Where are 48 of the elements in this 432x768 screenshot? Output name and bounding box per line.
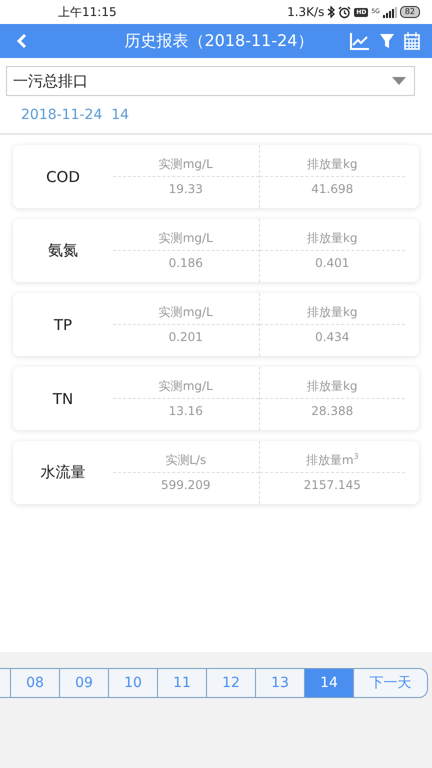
hour-tab[interactable]: 13 — [256, 668, 305, 698]
next-day-button[interactable]: 下一天 — [354, 668, 428, 698]
column-label: 排放量kg — [306, 304, 358, 321]
column-label: 实测mg/L — [158, 304, 213, 321]
emission-value: 41.698 — [311, 182, 354, 196]
battery-level: 82 — [400, 6, 420, 18]
column-label: 排放量m$^{3}$ — [306, 452, 359, 469]
hour-tab[interactable]: 14 — [305, 668, 354, 698]
filter-icon[interactable] — [380, 33, 394, 49]
hour-tab[interactable]: 12 — [207, 668, 256, 698]
emission-value: 0.401 — [315, 256, 350, 270]
signal-icon — [382, 6, 397, 18]
alarm-clock-icon — [338, 6, 352, 18]
hour-tab[interactable]: 09 — [60, 668, 109, 698]
calendar-icon[interactable] — [404, 32, 420, 50]
hour-tab[interactable] — [0, 668, 11, 698]
hour-tab[interactable]: 10 — [109, 668, 158, 698]
column-label: 排放量kg — [306, 230, 358, 247]
hour-tab[interactable]: 08 — [11, 668, 60, 698]
dropdown-caret-icon — [392, 77, 406, 85]
line-chart-icon[interactable] — [350, 32, 370, 50]
status-time: 上午11:15 — [58, 4, 118, 20]
back-icon[interactable] — [16, 33, 28, 49]
column-label: 排放量kg — [306, 156, 358, 173]
emission-value: 2157.145 — [304, 478, 361, 492]
emission-value: 28.388 — [311, 404, 354, 418]
measured-value: 0.201 — [168, 330, 203, 344]
column-label: 实测L/s — [165, 452, 206, 469]
hour-tab[interactable]: 11 — [158, 668, 207, 698]
column-label: 实测mg/L — [158, 378, 213, 395]
emission-value: 0.434 — [315, 330, 350, 344]
bluetooth-icon — [327, 6, 336, 18]
column-label: 实测mg/L — [158, 156, 213, 173]
measured-value: 599.209 — [160, 478, 211, 492]
measured-value: 0.186 — [168, 256, 203, 270]
item-name: TN — [52, 390, 74, 408]
outlet-dropdown[interactable]: 一污总排口 — [6, 66, 415, 96]
measured-value: 19.33 — [168, 182, 203, 196]
measured-value: 13.16 — [168, 404, 203, 418]
network-speed: 1.3K/s — [287, 5, 324, 19]
item-name: 氨氮 — [48, 241, 78, 260]
date-label: 2018-11-24 14 — [0, 96, 432, 135]
item-name: TP — [54, 316, 72, 334]
column-label: 实测mg/L — [158, 230, 213, 247]
item-name: 水流量 — [40, 463, 86, 482]
item-name: COD — [46, 168, 80, 186]
page-title: 历史报表（2018-11-24） — [124, 30, 314, 52]
column-label: 排放量kg — [306, 378, 358, 395]
